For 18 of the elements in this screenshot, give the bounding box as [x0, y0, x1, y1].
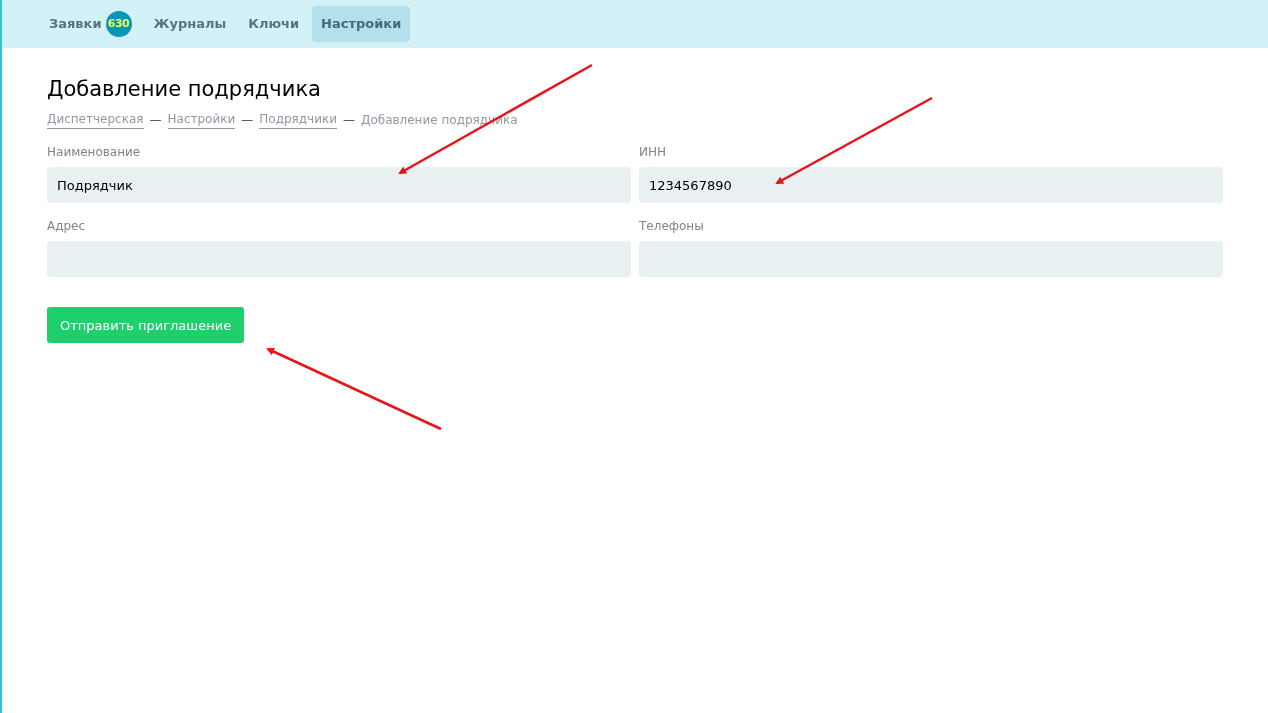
page-title: Добавление подрядчика — [47, 76, 322, 103]
count-badge: 630 — [105, 11, 132, 37]
nav-tab[interactable]: Настройки — [312, 6, 411, 42]
breadcrumb-link[interactable]: Подрядчики — [259, 110, 337, 130]
breadcrumb-link[interactable]: Настройки — [167, 110, 236, 130]
field-label: Адрес — [47, 218, 87, 236]
breadcrumb-separator: — — [149, 111, 162, 129]
input-field[interactable]: Подрядчик — [47, 167, 631, 204]
field-label: ИНН — [639, 144, 668, 162]
breadcrumb-link[interactable]: Диспетчерская — [47, 110, 144, 130]
nav-tab[interactable]: Журналы — [144, 6, 236, 42]
breadcrumb-separator: — — [343, 111, 355, 129]
field-label: Телефоны — [639, 218, 705, 236]
nav-tab[interactable]: Заявки 630 — [40, 6, 141, 42]
field-label: Наименование — [47, 144, 142, 162]
input-field[interactable]: 1234567890 — [639, 167, 1223, 204]
nav-tab[interactable]: Ключи — [239, 6, 309, 42]
breadcrumb-separator: — — [241, 111, 254, 129]
